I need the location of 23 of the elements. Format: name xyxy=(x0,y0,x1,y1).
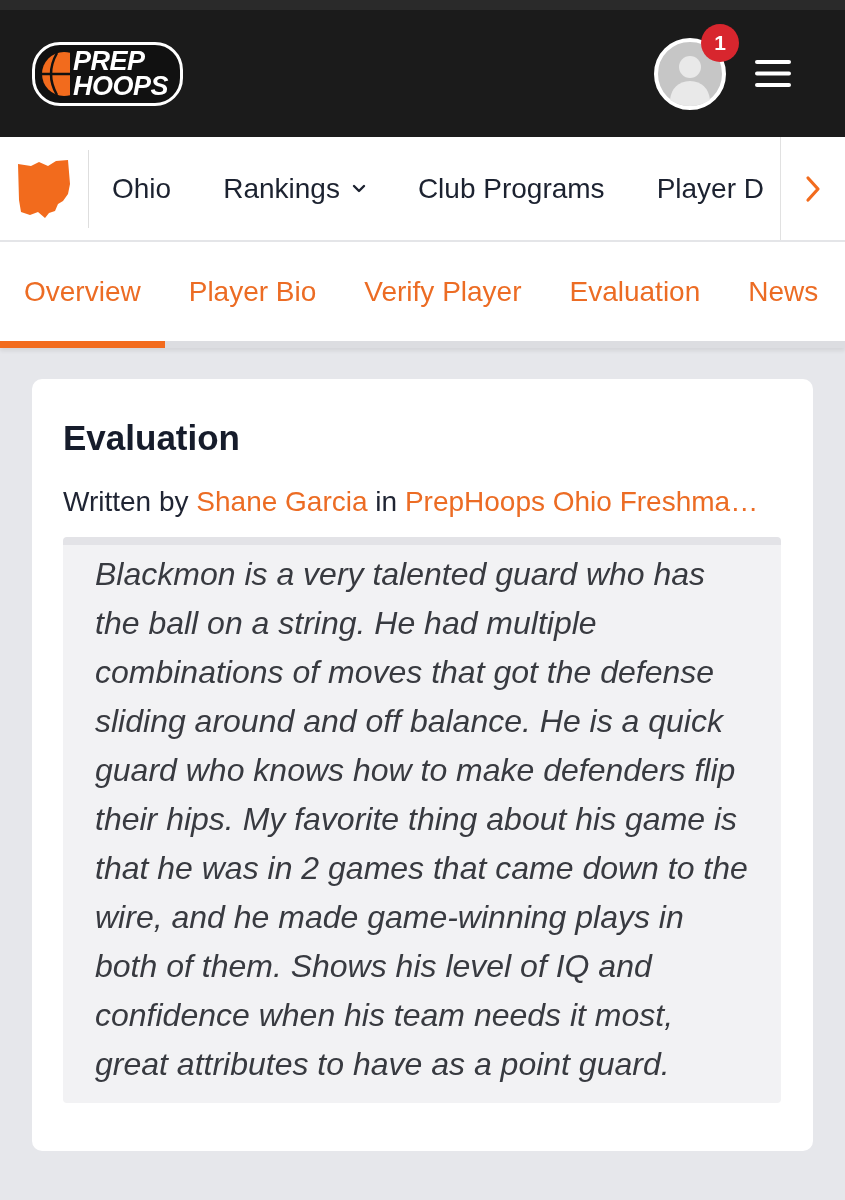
chevron-right-icon[interactable] xyxy=(805,174,821,203)
logo[interactable]: PREP HOOPS xyxy=(32,41,184,106)
basketball-icon xyxy=(40,50,70,97)
section-title: Evaluation xyxy=(63,417,241,459)
notification-badge: 1 xyxy=(701,23,739,62)
author-link[interactable]: Shane Garcia xyxy=(196,486,368,517)
tab[interactable]: Overview xyxy=(0,242,165,348)
byline: Written by Shane Garcia in PrepHoops Ohio Freshma… xyxy=(63,485,760,519)
menu-icon[interactable] xyxy=(755,60,791,87)
tab[interactable]: Player Bio xyxy=(164,242,341,348)
logo-text: PREP xyxy=(73,48,146,74)
nav-link[interactable]: Rankings xyxy=(223,172,366,205)
tab[interactable]: News xyxy=(724,242,843,348)
nav-link[interactable]: Club Programs xyxy=(417,172,605,205)
chevron-down-icon xyxy=(351,184,366,193)
nav-link[interactable]: Ohio xyxy=(112,172,172,205)
tab[interactable]: Evaluation xyxy=(545,242,725,348)
state-map-icon[interactable] xyxy=(18,159,70,218)
evaluation-text: Blackmon is a very talented guard who has the ball on a string. He had multiple combinations of moves that got the defense sliding around and off balance. He is a quick guard who knows how to make defenders flip their hips. My favorite thing about his game is that he was in 2 games that came down to the wire, and he made game-winning plays in both of them. Shows his level of IQ and confidence when his team needs it most, great attributes to have as a point guard. xyxy=(95,555,749,1084)
source-link[interactable]: PrepHoops Ohio Freshma… xyxy=(404,486,759,517)
tab[interactable]: Verify Player xyxy=(340,242,546,348)
logo-text: HOOPS xyxy=(73,73,169,99)
nav-link[interactable]: Player D xyxy=(656,172,764,205)
